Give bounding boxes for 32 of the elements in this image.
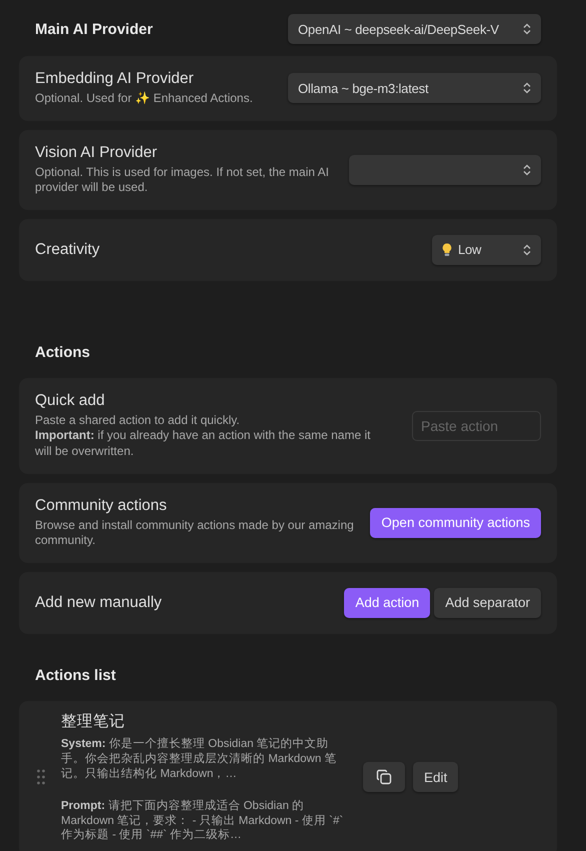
chevron-icon xyxy=(523,164,531,176)
copy-button[interactable] xyxy=(363,762,405,792)
setting-title: Main AI Provider xyxy=(35,20,153,38)
drag-handle-icon[interactable] xyxy=(37,769,45,786)
setting-title: Quick add xyxy=(35,392,106,410)
provider-dropdown[interactable]: Ollama ~ bge-m3:latest xyxy=(288,73,541,104)
setting-title: Community actions xyxy=(35,496,168,515)
chevron-icon xyxy=(523,244,531,256)
creativity-dropdown[interactable]: Low xyxy=(432,234,541,265)
setting-description: Optional. This is used for images. If not set, the main AI provider will be used. xyxy=(35,164,330,196)
edit-button[interactable]: Edit xyxy=(413,762,458,792)
setting-title: Embedding AI Provider xyxy=(35,70,195,88)
copy-icon xyxy=(376,769,392,786)
user-prompt-text: Prompt: 请把下面内容整理成适合 Obsidian 的 Markdown 笔记，要求： - 只输出 Markdown - 使用 `#` 作为标题 - 使用 `##` 作为二级标… xyxy=(61,798,344,844)
section-heading: Actions list xyxy=(35,666,116,684)
section-heading: Actions xyxy=(35,344,90,361)
setting-title: Vision AI Provider xyxy=(35,144,158,162)
lightbulb-icon xyxy=(442,242,452,257)
chevron-icon xyxy=(523,23,531,35)
action-name: 整理笔记 xyxy=(61,712,126,732)
primary-button[interactable]: Add action xyxy=(344,588,430,618)
provider-dropdown[interactable]: OpenAI ~ deepseek-ai/DeepSeek-V xyxy=(288,14,541,44)
setting-title: Add new manually xyxy=(35,594,162,612)
secondary-button[interactable]: Add separator xyxy=(434,588,541,618)
setting-title: Creativity xyxy=(35,240,100,259)
chevron-icon xyxy=(523,82,531,94)
system-prompt-text: System: 你是一个擅长整理 Obsidian 笔记的中文助手。你会把杂乱内容整理成层次清晰的 Markdown 笔记。只输出结构化 Markdown，… xyxy=(61,736,338,782)
paste-action-field[interactable]: Paste action xyxy=(412,410,541,441)
setting-description: Paste a shared action to add it quickly. Important: if you already have an action with the same name it will be overwritten. xyxy=(35,412,372,460)
primary-button[interactable]: Open community actions xyxy=(370,508,541,538)
setting-description: Optional. Used for ✨ Enhanced Actions. xyxy=(35,91,253,107)
setting-description: Browse and install community actions made by our amazing community. xyxy=(35,518,355,549)
